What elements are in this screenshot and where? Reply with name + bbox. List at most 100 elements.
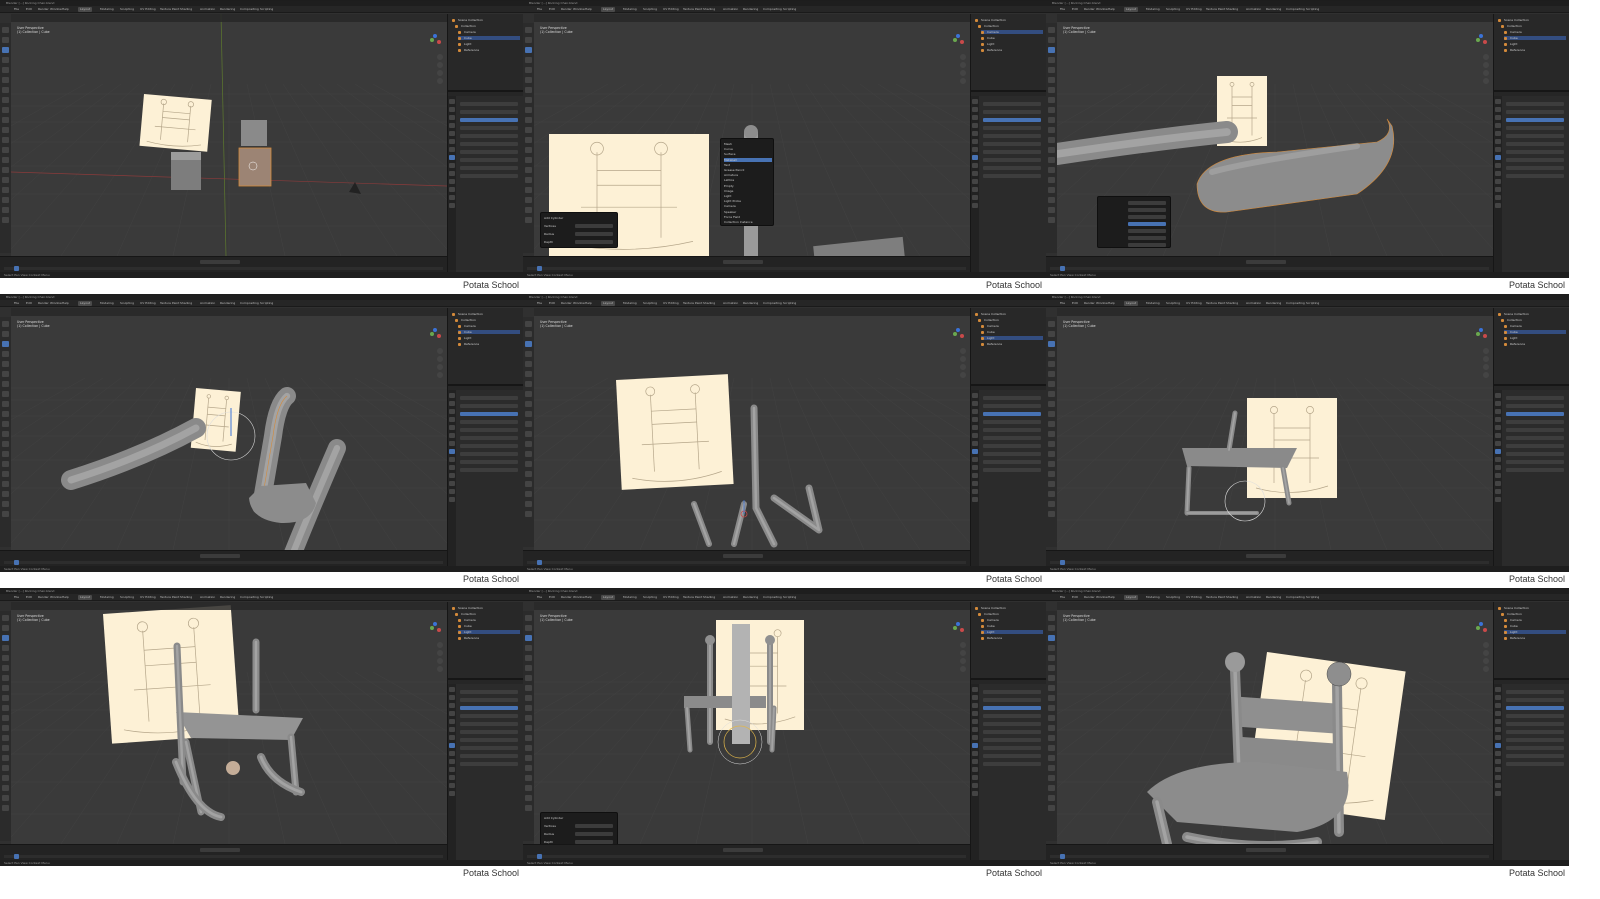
shear-icon[interactable] xyxy=(2,795,9,801)
current-frame-cursor[interactable] xyxy=(537,560,542,565)
properties-tab-icon[interactable] xyxy=(972,171,978,176)
menu-item[interactable]: Render xyxy=(561,595,572,599)
workspace-tab[interactable]: Shading xyxy=(180,301,192,305)
shrink-icon[interactable] xyxy=(525,785,532,791)
modifier-field[interactable] xyxy=(1128,229,1166,233)
outliner-row[interactable]: Cube xyxy=(1504,330,1566,334)
loop-cut-icon[interactable] xyxy=(1048,147,1055,153)
outliner-row[interactable]: Scene Collection xyxy=(975,606,1037,610)
shrink-icon[interactable] xyxy=(1048,197,1055,203)
operator-redo-panel[interactable]: Add Cylinder Vertices Radius Depth xyxy=(540,812,618,844)
workspace-tab[interactable]: Modeling xyxy=(623,7,637,11)
add-cube-icon[interactable] xyxy=(1048,107,1055,113)
hand-pan-icon[interactable] xyxy=(960,62,966,68)
workspace-tab[interactable]: Modeling xyxy=(100,595,114,599)
workspace-tab[interactable]: Scripting xyxy=(1306,301,1319,305)
loop-cut-icon[interactable] xyxy=(525,441,532,447)
rotate-tool-icon[interactable] xyxy=(525,351,532,357)
property-field[interactable] xyxy=(460,142,518,146)
properties-tab-icon[interactable] xyxy=(449,783,455,788)
workspace-tab[interactable]: Modeling xyxy=(1146,595,1160,599)
menu-item[interactable]: Help xyxy=(585,301,592,305)
loop-cut-icon[interactable] xyxy=(2,735,9,741)
workspace-tab[interactable]: Layout xyxy=(603,301,613,305)
properties-tab-icon[interactable] xyxy=(449,203,455,208)
properties-tab-icon[interactable] xyxy=(1495,433,1501,438)
workspace-tab[interactable]: Texture Paint xyxy=(1206,7,1225,11)
rip-icon[interactable] xyxy=(1048,805,1055,811)
zoom-icon[interactable] xyxy=(437,54,443,60)
select-box-icon[interactable] xyxy=(1048,615,1055,621)
properties-tab-icon[interactable] xyxy=(449,163,455,168)
outliner-row[interactable]: Cube xyxy=(1504,36,1566,40)
property-field[interactable] xyxy=(1506,150,1564,154)
menu-item[interactable]: Help xyxy=(585,595,592,599)
rotate-tool-icon[interactable] xyxy=(1048,645,1055,651)
smooth-icon[interactable] xyxy=(525,187,532,193)
property-field[interactable] xyxy=(983,166,1041,170)
property-field[interactable] xyxy=(983,444,1041,448)
operator-panel-field[interactable] xyxy=(575,824,613,828)
scale-tool-icon[interactable] xyxy=(1048,655,1055,661)
property-field[interactable] xyxy=(460,158,518,162)
spin-icon[interactable] xyxy=(525,765,532,771)
workspace-tab[interactable]: Shading xyxy=(703,301,715,305)
workspace-tab[interactable]: Modeling xyxy=(623,301,637,305)
outliner-row[interactable]: Light xyxy=(458,42,520,46)
workspace-tab[interactable]: Scripting xyxy=(260,595,273,599)
current-frame-cursor[interactable] xyxy=(537,266,542,271)
knife-icon[interactable] xyxy=(1048,451,1055,457)
camera-view-icon[interactable] xyxy=(437,658,443,664)
menu-item[interactable]: Edit xyxy=(1072,595,1078,599)
hand-pan-icon[interactable] xyxy=(1483,356,1489,362)
add-menu-item[interactable]: Curve xyxy=(724,147,733,151)
property-field[interactable] xyxy=(1506,404,1564,408)
properties-editor[interactable] xyxy=(448,96,523,272)
properties-tab-icon[interactable] xyxy=(449,743,455,748)
loop-cut-icon[interactable] xyxy=(525,735,532,741)
select-box-icon[interactable] xyxy=(525,27,532,33)
properties-tab-icon[interactable] xyxy=(1495,703,1501,708)
property-field[interactable] xyxy=(460,754,518,758)
move-tool-icon[interactable] xyxy=(2,341,9,347)
properties-tab-icon[interactable] xyxy=(1495,115,1501,120)
menu-item[interactable]: Render xyxy=(1084,7,1095,11)
outliner-row[interactable]: Cube xyxy=(458,36,520,40)
properties-tab-icon[interactable] xyxy=(1495,131,1501,136)
scale-tool-icon[interactable] xyxy=(2,655,9,661)
outliner-row[interactable]: Scene Collection xyxy=(452,18,514,22)
grid-icon[interactable] xyxy=(960,372,966,378)
cursor-icon[interactable] xyxy=(525,37,532,43)
navigation-gizmo-icon[interactable] xyxy=(952,328,966,342)
viewport-3d[interactable]: User Perspective (1) Collection | Cube Add… xyxy=(534,602,970,844)
measure-icon[interactable] xyxy=(2,391,9,397)
outliner-row[interactable]: Light xyxy=(981,630,1043,634)
properties-tab-icon[interactable] xyxy=(1495,187,1501,192)
workspace-tab[interactable]: Compositing xyxy=(763,595,782,599)
poly-build-icon[interactable] xyxy=(2,461,9,467)
operator-panel-field[interactable] xyxy=(575,224,613,228)
menu-item[interactable]: Edit xyxy=(1072,301,1078,305)
rotate-tool-icon[interactable] xyxy=(1048,351,1055,357)
loop-cut-icon[interactable] xyxy=(1048,441,1055,447)
properties-tab-icon[interactable] xyxy=(1495,99,1501,104)
workspace-tab[interactable]: Shading xyxy=(703,7,715,11)
outliner-row[interactable]: Camera xyxy=(1504,618,1566,622)
smooth-icon[interactable] xyxy=(1048,187,1055,193)
property-field[interactable] xyxy=(983,714,1041,718)
properties-tab-icon[interactable] xyxy=(972,131,978,136)
properties-editor[interactable] xyxy=(1494,390,1569,566)
menu-item[interactable]: Render xyxy=(1084,595,1095,599)
operator-redo-panel[interactable]: Add Cylinder Vertices Radius Depth xyxy=(540,212,618,248)
properties-tab-icon[interactable] xyxy=(449,147,455,152)
annotate-icon[interactable] xyxy=(2,675,9,681)
workspace-tab[interactable]: Rendering xyxy=(1266,301,1281,305)
properties-editor[interactable] xyxy=(971,390,1046,566)
modifier-panel[interactable] xyxy=(1097,196,1171,248)
property-field[interactable] xyxy=(983,134,1041,138)
add-menu-popup[interactable]: Mesh Curve Surface Metaball Text Grease Penci… xyxy=(720,138,774,226)
properties-tab-icon[interactable] xyxy=(972,441,978,446)
playback-controls[interactable] xyxy=(723,554,763,558)
bevel-icon[interactable] xyxy=(2,725,9,731)
outliner[interactable]: Scene Collection Collection Camera Cube Ligh… xyxy=(448,308,523,386)
